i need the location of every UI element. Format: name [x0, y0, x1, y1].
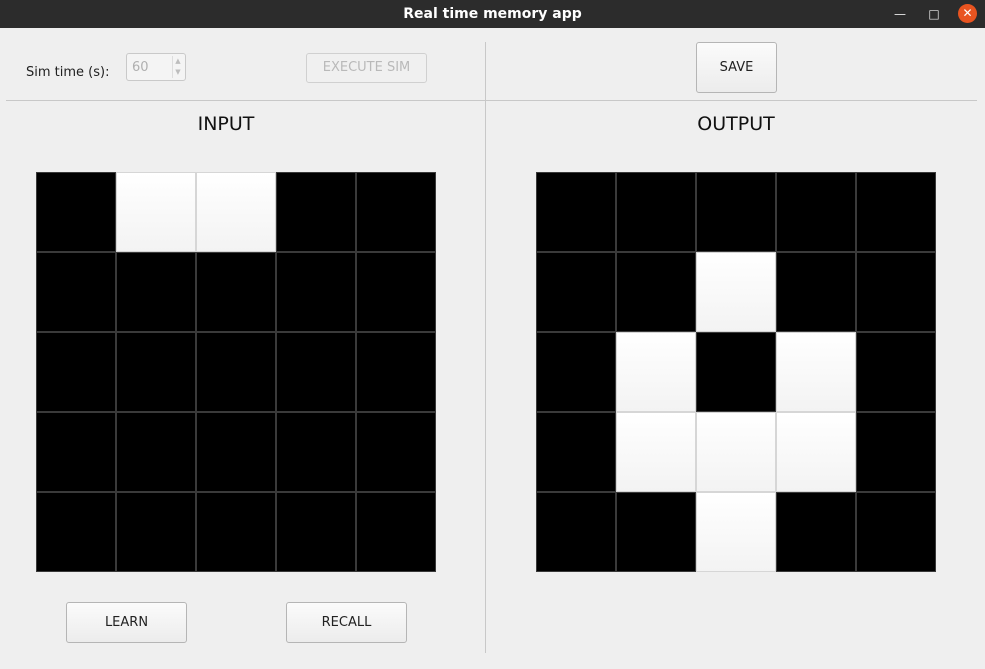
close-icon[interactable]: ✕	[958, 4, 977, 23]
output-grid-cell	[856, 172, 936, 252]
output-grid	[536, 172, 937, 573]
input-grid-cell[interactable]	[356, 492, 436, 572]
output-grid-cell	[536, 172, 616, 252]
vertical-divider	[485, 42, 486, 653]
sim-time-spinbox[interactable]: ▲▼	[126, 53, 186, 81]
horizontal-divider	[6, 100, 977, 101]
app-content: Sim time (s): ▲▼ EXECUTE SIM SAVE INPUT …	[0, 28, 985, 669]
input-grid-cell[interactable]	[276, 412, 356, 492]
output-grid-cell	[616, 172, 696, 252]
input-grid-cell[interactable]	[116, 172, 196, 252]
output-grid-cell	[776, 492, 856, 572]
output-grid-cell	[696, 172, 776, 252]
minimize-icon[interactable]: —	[890, 4, 910, 24]
output-grid-cell	[616, 252, 696, 332]
output-grid-cell	[696, 492, 776, 572]
input-grid-cell[interactable]	[276, 252, 356, 332]
input-grid-cell[interactable]	[196, 492, 276, 572]
input-grid-cell[interactable]	[36, 252, 116, 332]
input-grid-cell[interactable]	[36, 172, 116, 252]
input-grid	[36, 172, 437, 573]
output-grid-cell	[696, 332, 776, 412]
output-grid-cell	[696, 412, 776, 492]
input-grid-cell[interactable]	[276, 332, 356, 412]
output-grid-cell	[776, 332, 856, 412]
input-grid-cell[interactable]	[196, 332, 276, 412]
output-grid-cell	[536, 492, 616, 572]
output-grid-cell	[616, 412, 696, 492]
execute-sim-button[interactable]: EXECUTE SIM	[306, 53, 427, 83]
output-grid-cell	[616, 492, 696, 572]
output-grid-cell	[776, 412, 856, 492]
output-grid-cell	[536, 332, 616, 412]
save-button[interactable]: SAVE	[696, 42, 777, 93]
input-grid-cell[interactable]	[276, 172, 356, 252]
title-bar: Real time memory app — □ ✕	[0, 0, 985, 28]
input-grid-cell[interactable]	[276, 492, 356, 572]
input-grid-cell[interactable]	[116, 252, 196, 332]
input-grid-cell[interactable]	[36, 492, 116, 572]
output-grid-cell	[856, 492, 936, 572]
output-grid-cell	[616, 332, 696, 412]
output-grid-cell	[856, 332, 936, 412]
input-grid-cell[interactable]	[356, 332, 436, 412]
input-grid-cell[interactable]	[36, 332, 116, 412]
output-grid-cell	[536, 252, 616, 332]
maximize-icon[interactable]: □	[924, 4, 944, 24]
output-grid-cell	[696, 252, 776, 332]
input-grid-cell[interactable]	[196, 172, 276, 252]
output-grid-cell	[856, 252, 936, 332]
input-grid-cell[interactable]	[356, 412, 436, 492]
input-grid-cell[interactable]	[356, 172, 436, 252]
learn-button[interactable]: LEARN	[66, 602, 187, 643]
input-grid-cell[interactable]	[356, 252, 436, 332]
output-grid-cell	[856, 412, 936, 492]
output-grid-cell	[776, 172, 856, 252]
input-grid-cell[interactable]	[116, 412, 196, 492]
input-grid-cell[interactable]	[36, 412, 116, 492]
input-grid-cell[interactable]	[196, 412, 276, 492]
window-title: Real time memory app	[403, 6, 582, 22]
input-grid-cell[interactable]	[116, 332, 196, 412]
sim-time-input[interactable]	[127, 54, 171, 80]
spin-arrows-icon[interactable]: ▲ ▼	[172, 56, 183, 78]
output-title: OUTPUT	[697, 113, 775, 135]
output-grid-cell	[536, 412, 616, 492]
output-grid-cell	[776, 252, 856, 332]
recall-button[interactable]: RECALL	[286, 602, 407, 643]
input-title: INPUT	[197, 113, 255, 135]
input-grid-cell[interactable]	[116, 492, 196, 572]
input-grid-cell[interactable]	[196, 252, 276, 332]
sim-time-label: Sim time (s):	[26, 65, 110, 80]
